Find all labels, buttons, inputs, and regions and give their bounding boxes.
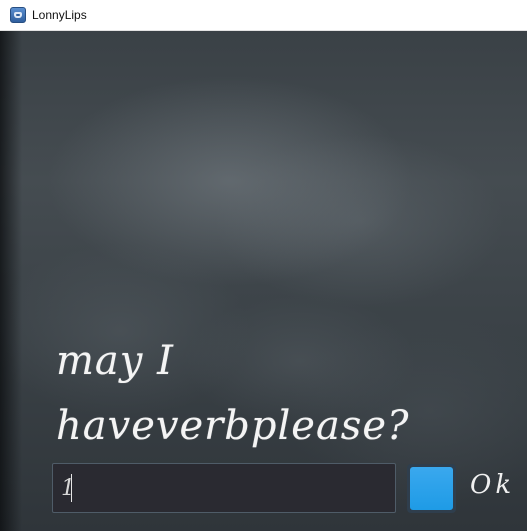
prompt-line-1: may I	[56, 338, 174, 384]
ok-checkbox[interactable]	[407, 464, 456, 513]
app-window: LonnyLips may I haveverbplease? Ok	[0, 0, 527, 531]
title-bar[interactable]: LonnyLips	[0, 0, 527, 31]
checkbox-fill	[410, 467, 453, 510]
prompt-line-2: haveverbplease?	[56, 403, 410, 449]
window-title: LonnyLips	[32, 8, 87, 22]
chalkboard-canvas: may I haveverbplease? Ok	[0, 31, 527, 531]
app-icon	[10, 7, 26, 23]
edge-shadow	[0, 31, 22, 531]
text-caret	[71, 474, 72, 502]
answer-input[interactable]	[52, 463, 396, 513]
ok-label[interactable]: Ok	[470, 467, 515, 503]
